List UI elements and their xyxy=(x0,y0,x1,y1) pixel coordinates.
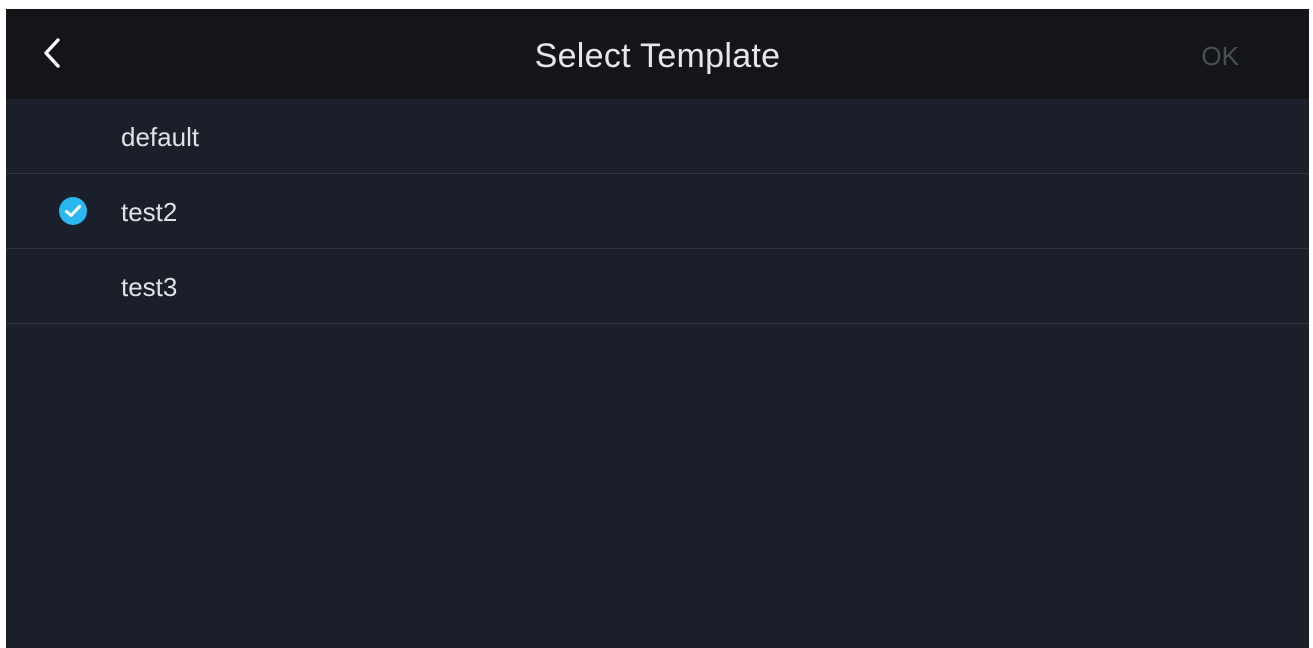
template-item-test2[interactable]: test2 xyxy=(6,174,1309,249)
template-item-default[interactable]: default xyxy=(6,99,1309,174)
check-circle-icon xyxy=(59,197,87,225)
page-title: Select Template xyxy=(534,37,781,75)
template-label: test2 xyxy=(121,197,178,227)
ok-button[interactable]: OK xyxy=(1201,9,1239,99)
back-button[interactable] xyxy=(32,33,72,73)
title-bar: Select Template OK xyxy=(6,9,1309,99)
template-label: test3 xyxy=(121,272,178,302)
template-list: default test2 test3 xyxy=(6,99,1309,324)
template-label: default xyxy=(121,122,200,152)
chevron-left-icon xyxy=(44,38,60,68)
screen: Select Template OK default test2 test3 xyxy=(6,9,1309,648)
template-item-test3[interactable]: test3 xyxy=(6,249,1309,324)
